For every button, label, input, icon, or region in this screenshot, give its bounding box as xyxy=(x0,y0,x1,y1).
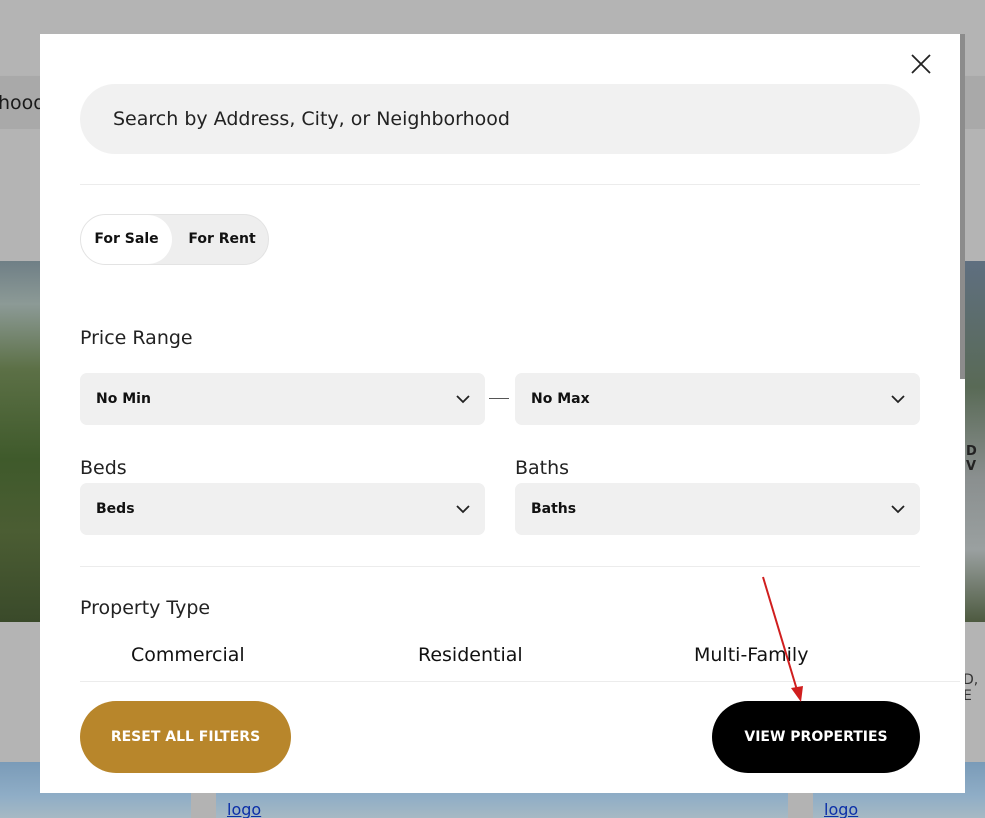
divider xyxy=(80,566,920,567)
chevron-down-icon xyxy=(891,505,905,514)
beds-label: Beds xyxy=(80,457,127,479)
price-min-select[interactable]: No Min xyxy=(80,373,485,425)
divider xyxy=(80,184,920,185)
price-max-value: No Max xyxy=(531,391,590,407)
background-logo-link: logo xyxy=(824,800,859,818)
property-type-multi-family[interactable]: Multi-Family xyxy=(694,644,808,666)
price-range-separator xyxy=(489,398,509,399)
background-listing-photo xyxy=(0,261,40,622)
beds-select[interactable]: Beds xyxy=(80,483,485,535)
search-input[interactable] xyxy=(80,84,920,154)
footer-divider xyxy=(80,681,960,682)
price-min-value: No Min xyxy=(96,391,151,407)
price-range-label: Price Range xyxy=(80,327,193,349)
close-icon xyxy=(911,54,931,74)
property-type-label: Property Type xyxy=(80,597,211,619)
reset-all-filters-button[interactable]: RESET ALL FILTERS xyxy=(80,701,291,773)
background-nav-text: hood xyxy=(0,92,46,114)
property-type-residential[interactable]: Residential xyxy=(418,644,523,666)
baths-select[interactable]: Baths xyxy=(515,483,920,535)
for-sale-option[interactable]: For Sale xyxy=(81,215,172,264)
background-listing-photo xyxy=(965,261,985,622)
for-rent-option[interactable]: For Rent xyxy=(177,215,267,264)
listing-type-toggle: For Sale For Rent xyxy=(80,214,269,265)
close-button[interactable] xyxy=(908,51,934,77)
baths-label: Baths xyxy=(515,457,570,479)
beds-value: Beds xyxy=(96,501,135,517)
background-logo-link: logo xyxy=(227,800,262,818)
background-photo-text: D V xyxy=(966,444,978,474)
price-max-select[interactable]: No Max xyxy=(515,373,920,425)
property-type-commercial[interactable]: Commercial xyxy=(131,644,245,666)
background-listing-text: D, E xyxy=(963,672,979,704)
chevron-down-icon xyxy=(891,395,905,404)
chevron-down-icon xyxy=(456,505,470,514)
chevron-down-icon xyxy=(456,395,470,404)
view-properties-button[interactable]: VIEW PROPERTIES xyxy=(712,701,920,773)
scrollbar-thumb[interactable] xyxy=(960,34,965,379)
baths-value: Baths xyxy=(531,501,577,517)
filter-modal: For Sale For Rent Price Range No Min No … xyxy=(40,34,960,793)
